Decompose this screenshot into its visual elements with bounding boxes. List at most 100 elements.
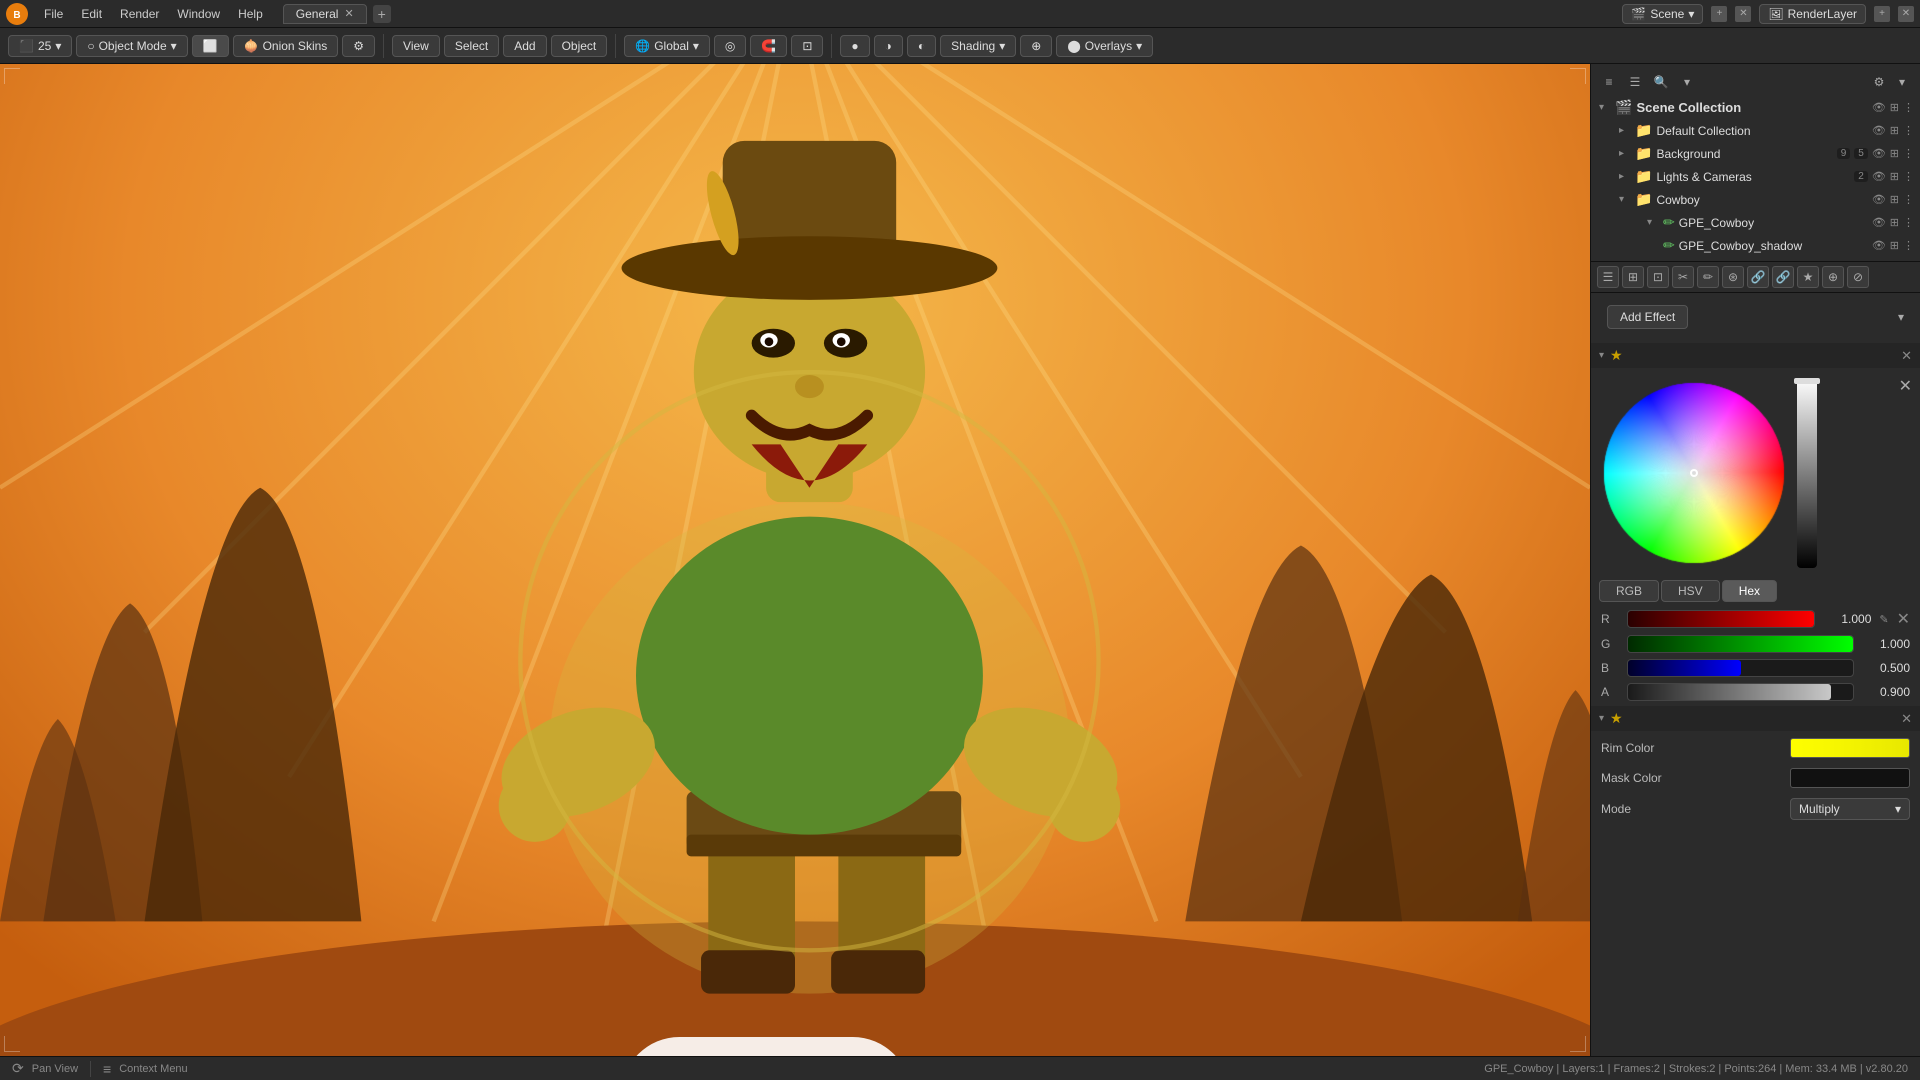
color-wheel-wrapper[interactable]	[1599, 378, 1789, 568]
bg-more-btn[interactable]: ⋮	[1903, 147, 1914, 160]
prop-tool-1[interactable]: ☰	[1597, 266, 1619, 288]
outliner-more-btn[interactable]: ▾	[1892, 72, 1912, 92]
tab-rgb[interactable]: RGB	[1599, 580, 1659, 602]
effect1-expand[interactable]: ▾	[1599, 350, 1604, 361]
r-slider-track[interactable]	[1627, 610, 1815, 628]
prop-tool-10[interactable]: ⊕	[1822, 266, 1844, 288]
add-workspace-button[interactable]: +	[373, 5, 391, 23]
gpe-cowboy-shadow-item[interactable]: ✏ GPE_Cowboy_shadow 👁 ⊞ ⋮	[1591, 234, 1920, 257]
view-menu-btn[interactable]: View	[392, 35, 440, 57]
prop-tool-4[interactable]: ✂	[1672, 266, 1694, 288]
gpeshadow-more-btn[interactable]: ⋮	[1903, 239, 1914, 252]
prop-tool-9[interactable]: ★	[1797, 266, 1819, 288]
prop-tool-5[interactable]: ✏	[1697, 266, 1719, 288]
shading-mode-3[interactable]: ◐	[907, 35, 936, 57]
extra-btn[interactable]: ⊡	[791, 35, 823, 57]
workspace-tab-general[interactable]: General ✕	[283, 4, 367, 24]
b-slider-track[interactable]	[1627, 659, 1854, 677]
mode-selector[interactable]: ○ Object Mode ▾	[76, 35, 187, 57]
menu-file[interactable]: File	[36, 5, 71, 23]
background-item[interactable]: ▸ 📁 Background 9 5 👁 ⊞ ⋮	[1591, 142, 1920, 165]
cow-arrow[interactable]: ▾	[1619, 194, 1631, 205]
r-close[interactable]: ✕	[1897, 609, 1910, 629]
prop-tool-6[interactable]: ⊛	[1722, 266, 1744, 288]
effect1-star[interactable]: ★	[1610, 347, 1623, 364]
default-collection-item[interactable]: ▸ 📁 Default Collection 👁 ⊞ ⋮	[1591, 119, 1920, 142]
onion-skins-btn[interactable]: 🧅 Onion Skins	[233, 35, 339, 57]
overlays-selector[interactable]: ⬤ Overlays ▾	[1056, 35, 1153, 57]
value-slider[interactable]	[1797, 378, 1817, 568]
tab-hex[interactable]: Hex	[1722, 580, 1777, 602]
shading-selector[interactable]: Shading ▾	[940, 35, 1016, 57]
g-slider-track[interactable]	[1627, 635, 1854, 653]
r-edit-icon[interactable]: ✎	[1879, 613, 1888, 626]
bg-grid-btn[interactable]: ⊞	[1890, 147, 1899, 160]
effect2-star[interactable]: ★	[1610, 710, 1623, 727]
gpeshadow-grid-btn[interactable]: ⊞	[1890, 239, 1899, 252]
effect2-close[interactable]: ✕	[1901, 711, 1912, 727]
lights-cameras-item[interactable]: ▸ 📁 Lights & Cameras 2 👁 ⊞ ⋮	[1591, 165, 1920, 188]
menu-render[interactable]: Render	[112, 5, 167, 23]
tab-hsv[interactable]: HSV	[1661, 580, 1720, 602]
shading-mode-1[interactable]: ●	[840, 35, 869, 57]
effect2-expand[interactable]: ▾	[1599, 713, 1604, 724]
onion-settings-btn[interactable]: ⚙	[342, 35, 375, 57]
a-slider-track[interactable]	[1627, 683, 1854, 701]
cow-more-btn[interactable]: ⋮	[1903, 193, 1914, 206]
color-picker-close[interactable]: ✕	[1899, 376, 1912, 396]
mask-color-swatch[interactable]	[1790, 768, 1910, 788]
default-coll-arrow[interactable]: ▸	[1619, 125, 1631, 136]
menu-edit[interactable]: Edit	[73, 5, 110, 23]
snapping-btn[interactable]: 🧲	[750, 35, 787, 57]
lc-vis-btn[interactable]: 👁	[1872, 170, 1886, 183]
dc-vis-btn[interactable]: 👁	[1872, 124, 1886, 137]
shading-mode-2[interactable]: ◑	[874, 35, 903, 57]
select-menu-btn[interactable]: Select	[444, 35, 499, 57]
prop-tool-2[interactable]: ⊞	[1622, 266, 1644, 288]
transform-selector[interactable]: 🌐 Global ▾	[624, 35, 710, 57]
prop-tool-11[interactable]: ⊘	[1847, 266, 1869, 288]
scene-close-btn[interactable]: ✕	[1735, 6, 1751, 22]
prop-tool-8[interactable]: 🔗	[1772, 266, 1794, 288]
renderlayer-selector[interactable]: 🖼 RenderLayer	[1759, 4, 1866, 24]
menu-window[interactable]: Window	[169, 5, 228, 23]
scene-more-btn[interactable]: ⋮	[1903, 101, 1914, 114]
bg-vis-btn[interactable]: 👁	[1872, 147, 1886, 160]
proportional-edit-btn[interactable]: ◎	[714, 35, 746, 57]
gizmo-btn[interactable]: ⊕	[1020, 35, 1052, 57]
workspace-tab-close[interactable]: ✕	[344, 7, 353, 20]
outliner-filter2-btn[interactable]: ⚙	[1869, 72, 1889, 92]
color-wheel[interactable]	[1599, 378, 1789, 568]
view-layer-selector[interactable]: ⬛ 25 ▾	[8, 35, 72, 57]
scene-add-btn[interactable]: +	[1711, 6, 1727, 22]
rim-color-swatch[interactable]	[1790, 738, 1910, 758]
scene-coll-arrow[interactable]: ▾	[1599, 102, 1611, 113]
mode-dropdown[interactable]: Multiply ▾	[1790, 798, 1910, 820]
outliner-filter-btn[interactable]: ≡	[1599, 72, 1619, 92]
gpe-grid-btn[interactable]: ⊞	[1890, 216, 1899, 229]
outliner-search-btn[interactable]: 🔍	[1651, 72, 1671, 92]
lc-more-btn[interactable]: ⋮	[1903, 170, 1914, 183]
lc-arrow[interactable]: ▸	[1619, 171, 1631, 182]
cow-vis-btn[interactable]: 👁	[1872, 193, 1886, 206]
object-data-btn[interactable]: ⬜	[192, 35, 229, 57]
scene-collection-item[interactable]: ▾ 🎬 Scene Collection 👁 ⊞ ⋮	[1591, 96, 1920, 119]
add-menu-btn[interactable]: Add	[503, 35, 546, 57]
prop-tool-7[interactable]: 🔗	[1747, 266, 1769, 288]
renderlayer-close-btn[interactable]: ✕	[1898, 6, 1914, 22]
gpe-more-btn[interactable]: ⋮	[1903, 216, 1914, 229]
cow-grid-btn[interactable]: ⊞	[1890, 193, 1899, 206]
effect1-close[interactable]: ✕	[1901, 348, 1912, 364]
menu-help[interactable]: Help	[230, 5, 271, 23]
gpe-cowboy-item[interactable]: ▾ ✏ GPE_Cowboy 👁 ⊞ ⋮	[1591, 211, 1920, 234]
add-effect-button[interactable]: Add Effect	[1607, 305, 1688, 329]
dc-grid-btn[interactable]: ⊞	[1890, 124, 1899, 137]
dc-more-btn[interactable]: ⋮	[1903, 124, 1914, 137]
outliner-menu-btn[interactable]: ▾	[1677, 72, 1697, 92]
cowboy-item[interactable]: ▾ 📁 Cowboy 👁 ⊞ ⋮	[1591, 188, 1920, 211]
gpe-arrow[interactable]: ▾	[1647, 217, 1659, 228]
gpe-vis-btn[interactable]: 👁	[1872, 216, 1886, 229]
scene-grid-btn[interactable]: ⊞	[1890, 101, 1899, 114]
viewport[interactable]	[0, 64, 1590, 1056]
prop-tool-3[interactable]: ⊡	[1647, 266, 1669, 288]
